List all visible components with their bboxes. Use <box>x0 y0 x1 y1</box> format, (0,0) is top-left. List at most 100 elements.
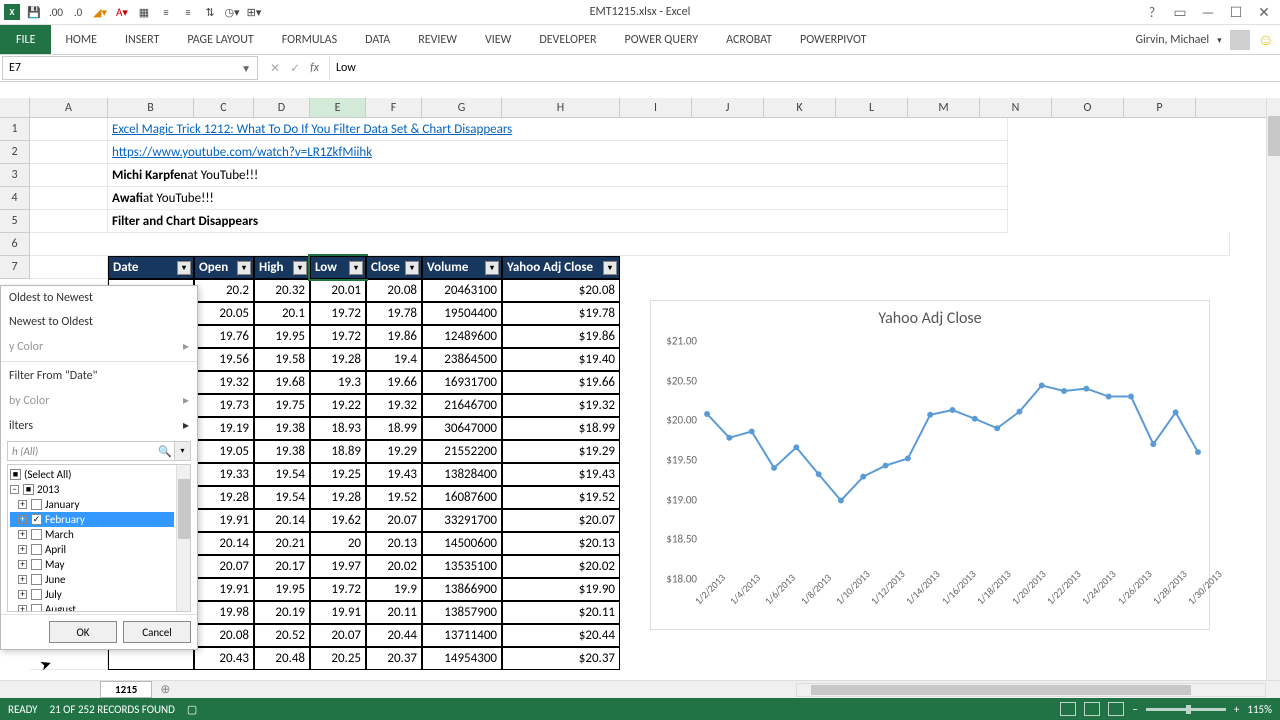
data-cell[interactable]: $19.66 <box>502 371 620 394</box>
cell[interactable] <box>30 210 108 233</box>
data-cell[interactable]: 19.28 <box>194 486 254 509</box>
data-cell[interactable]: $20.08 <box>502 279 620 302</box>
data-cell[interactable]: 20.1 <box>254 302 310 325</box>
tab-power-query[interactable]: POWER QUERY <box>611 25 713 54</box>
close-icon[interactable]: ✕ <box>1254 2 1274 22</box>
view-pagebreak-icon[interactable] <box>1108 702 1124 716</box>
clear-filter[interactable]: Filter From "Date" <box>1 364 197 388</box>
link-video[interactable]: https://www.youtube.com/watch?v=LR1ZkfMi… <box>108 141 1008 164</box>
data-cell[interactable]: 19.98 <box>194 601 254 624</box>
data-cell[interactable]: 19.3 <box>310 371 366 394</box>
filter-by-color[interactable]: by Color▸ <box>1 388 197 413</box>
date-filters[interactable]: ilters▸ <box>1 413 197 438</box>
tree-select-all[interactable]: ■ (Select All) <box>10 467 174 482</box>
data-cell[interactable]: $19.32 <box>502 394 620 417</box>
maximize-icon[interactable]: ☐ <box>1226 2 1246 22</box>
view-layout-icon[interactable] <box>1084 702 1100 716</box>
data-cell[interactable]: 20.02 <box>366 555 422 578</box>
data-cell[interactable]: 19.76 <box>194 325 254 348</box>
cell[interactable] <box>30 256 108 279</box>
view-normal-icon[interactable] <box>1060 702 1076 716</box>
indent-increase-icon[interactable]: ≡ <box>180 4 196 20</box>
data-cell[interactable]: 20.19 <box>254 601 310 624</box>
data-cell[interactable]: 18.99 <box>366 417 422 440</box>
data-cell[interactable]: 19.91 <box>194 578 254 601</box>
save-icon[interactable]: 💾 <box>26 4 42 20</box>
col-header-I[interactable]: I <box>620 98 692 117</box>
indent-decrease-icon[interactable]: ≡ <box>158 4 174 20</box>
data-cell[interactable]: 19.52 <box>366 486 422 509</box>
chart-yahoo-adj-close[interactable]: Yahoo Adj Close $18.00$18.50$19.00$19.50… <box>650 300 1210 630</box>
col-header-J[interactable]: J <box>692 98 764 117</box>
data-cell[interactable]: $20.37 <box>502 647 620 670</box>
data-cell[interactable]: 19.91 <box>194 509 254 532</box>
data-cell[interactable]: 21646700 <box>422 394 502 417</box>
data-cell[interactable]: 30647000 <box>422 417 502 440</box>
cell[interactable] <box>30 233 1230 256</box>
sort-by-color[interactable]: y Color▸ <box>1 334 197 359</box>
tree-march[interactable]: + March <box>10 527 174 542</box>
data-cell[interactable]: 23864500 <box>422 348 502 371</box>
data-cell[interactable]: 20.14 <box>194 532 254 555</box>
data-cell[interactable]: 19.95 <box>254 325 310 348</box>
font-color-icon[interactable]: A▾ <box>114 4 130 20</box>
data-cell[interactable]: $19.40 <box>502 348 620 371</box>
col-header-K[interactable]: K <box>764 98 836 117</box>
ribbon-options-icon[interactable]: ▭ <box>1170 2 1190 22</box>
zoom-slider[interactable] <box>1146 708 1226 711</box>
feedback-icon[interactable]: ☺ <box>1258 31 1274 50</box>
data-cell[interactable]: $19.78 <box>502 302 620 325</box>
zoom-out-icon[interactable]: − <box>1132 703 1137 716</box>
data-cell[interactable]: 20463100 <box>422 279 502 302</box>
credit-1[interactable]: Michi Karpfen at YouTube!!! <box>108 164 1008 187</box>
data-cell[interactable]: 20.44 <box>366 624 422 647</box>
tree-january[interactable]: + January <box>10 497 174 512</box>
data-cell[interactable]: 20.14 <box>254 509 310 532</box>
data-cell[interactable]: $18.99 <box>502 417 620 440</box>
data-cell[interactable]: 13857900 <box>422 601 502 624</box>
data-cell[interactable]: 19.19 <box>194 417 254 440</box>
data-cell[interactable]: 19504400 <box>422 302 502 325</box>
sort-icon[interactable]: ⇅ <box>202 4 218 20</box>
data-cell[interactable]: 19.4 <box>366 348 422 371</box>
row-header-1[interactable]: 1 <box>0 118 30 141</box>
data-cell[interactable]: $19.29 <box>502 440 620 463</box>
data-cell[interactable]: 19.97 <box>310 555 366 578</box>
cell[interactable] <box>30 118 108 141</box>
name-box[interactable]: E7 ▼ <box>2 56 258 80</box>
data-cell[interactable]: 19.29 <box>366 440 422 463</box>
data-cell[interactable]: 20.11 <box>366 601 422 624</box>
search-dropdown-icon[interactable]: ▾ <box>174 442 190 460</box>
data-cell[interactable]: 20.32 <box>254 279 310 302</box>
data-cell[interactable]: 19.33 <box>194 463 254 486</box>
horizontal-scrollbar[interactable] <box>796 683 1266 697</box>
row-header-7[interactable]: 7 <box>0 256 30 279</box>
tab-data[interactable]: DATA <box>351 25 404 54</box>
data-cell[interactable]: $19.86 <box>502 325 620 348</box>
data-cell[interactable]: 18.93 <box>310 417 366 440</box>
data-cell[interactable]: 19.72 <box>310 302 366 325</box>
col-header-A[interactable]: A <box>30 98 108 117</box>
help-icon[interactable]: ? <box>1142 2 1162 22</box>
fx-icon[interactable]: fx <box>310 61 319 75</box>
data-cell[interactable]: 19.54 <box>254 486 310 509</box>
data-cell[interactable]: 20.01 <box>310 279 366 302</box>
table-header-high[interactable]: High▾ <box>254 256 310 279</box>
data-cell[interactable]: $19.52 <box>502 486 620 509</box>
filter-search-input[interactable] <box>8 445 156 458</box>
data-cell[interactable]: 13828400 <box>422 463 502 486</box>
data-cell[interactable]: 20.07 <box>194 555 254 578</box>
col-header-F[interactable]: F <box>366 98 422 117</box>
data-cell[interactable]: 19.38 <box>254 440 310 463</box>
data-cell[interactable]: $19.90 <box>502 578 620 601</box>
data-cell[interactable]: 19.72 <box>310 325 366 348</box>
tree-july[interactable]: + July <box>10 587 174 602</box>
data-cell[interactable]: 19.32 <box>366 394 422 417</box>
tab-acrobat[interactable]: ACROBAT <box>712 25 786 54</box>
data-cell[interactable]: 19.78 <box>366 302 422 325</box>
tab-review[interactable]: REVIEW <box>404 25 471 54</box>
tree-may[interactable]: + May <box>10 557 174 572</box>
data-cell[interactable]: 19.58 <box>254 348 310 371</box>
row-header-3[interactable]: 3 <box>0 164 30 187</box>
data-cell[interactable]: 20.07 <box>310 624 366 647</box>
